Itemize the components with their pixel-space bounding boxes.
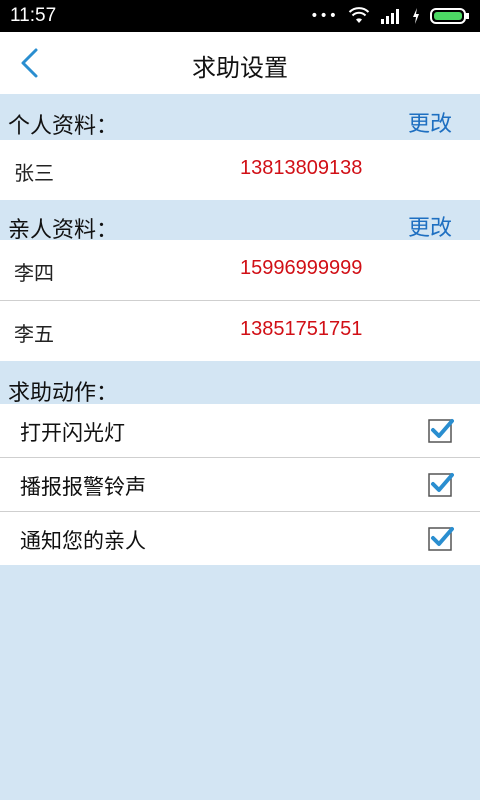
- contact-phone: 13851751751: [240, 318, 363, 340]
- contact-phone: 13813809138: [240, 157, 363, 179]
- wifi-icon: [348, 7, 370, 23]
- checkbox-checked-icon[interactable]: [428, 471, 454, 497]
- action-label: 打开闪光灯: [20, 421, 125, 445]
- personal-section-label: 个人资料：: [8, 114, 119, 139]
- status-time: 11:57: [10, 5, 57, 26]
- actions-section-header: 求助动作：: [0, 362, 480, 406]
- edit-relatives-button[interactable]: 更改: [408, 210, 452, 242]
- status-bar: 11:57 •••: [0, 0, 480, 32]
- actions-section-label: 求助动作：: [8, 381, 119, 406]
- personal-contact-row[interactable]: 张三 13813809138: [0, 140, 480, 200]
- signal-icon: [381, 9, 399, 24]
- action-row-notify-relatives[interactable]: 通知您的亲人: [0, 512, 480, 565]
- status-icons: •••: [310, 7, 470, 25]
- notification-dots-icon: •••: [310, 8, 338, 24]
- action-label: 播报报警铃声: [20, 475, 146, 499]
- relative-contact-row[interactable]: 李五 13851751751: [0, 301, 480, 361]
- edit-personal-button[interactable]: 更改: [408, 106, 452, 138]
- action-row-alarm[interactable]: 播报报警铃声: [0, 458, 480, 511]
- contact-name: 李四: [14, 261, 54, 285]
- page-title: 求助设置: [192, 54, 288, 82]
- relative-contact-row[interactable]: 李四 15996999999: [0, 240, 480, 300]
- checkbox-checked-icon[interactable]: [428, 417, 454, 443]
- checkbox-checked-icon[interactable]: [428, 525, 454, 551]
- contact-name: 张三: [14, 161, 54, 185]
- relatives-section-header: 亲人资料： 更改: [0, 200, 480, 244]
- action-label: 通知您的亲人: [20, 529, 146, 553]
- contact-phone: 15996999999: [240, 257, 363, 279]
- personal-section-header: 个人资料： 更改: [0, 96, 480, 140]
- action-row-flashlight[interactable]: 打开闪光灯: [0, 404, 480, 457]
- title-bar: 求助设置: [0, 32, 480, 94]
- charging-icon: [413, 8, 419, 24]
- battery-icon: [430, 8, 469, 24]
- contact-name: 李五: [14, 322, 54, 346]
